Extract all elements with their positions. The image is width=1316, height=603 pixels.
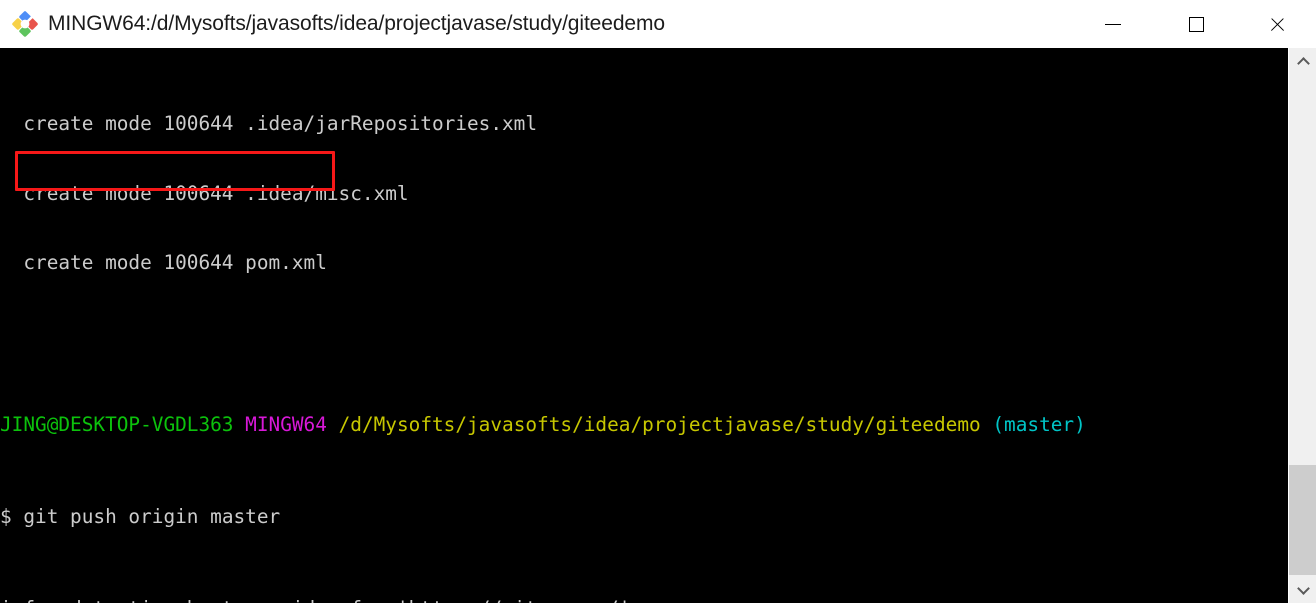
close-button[interactable] <box>1251 0 1303 48</box>
shell-command-line: $ git push origin master <box>0 505 1086 528</box>
minimize-button[interactable] <box>1087 0 1139 48</box>
typed-command: git push origin master <box>11 504 281 528</box>
close-icon <box>1269 16 1286 33</box>
prompt-git-branch: (master) <box>992 412 1086 436</box>
scroll-up-button[interactable] <box>1289 48 1316 76</box>
chevron-down-icon <box>1298 584 1308 594</box>
maximize-icon <box>1188 16 1204 32</box>
terminal-line: create mode 100644 .idea/jarRepositories… <box>0 112 1086 135</box>
line-text: create mode 100644 .idea/misc.xml <box>0 181 409 205</box>
window-title-bar: MINGW64:/d/Mysofts/javasofts/idea/projec… <box>0 0 1316 48</box>
terminal-line: create mode 100644 .idea/misc.xml <box>0 182 1086 205</box>
chevron-up-icon <box>1298 57 1308 67</box>
scroll-down-button[interactable] <box>1289 575 1316 603</box>
terminal-output-area[interactable]: create mode 100644 .idea/jarRepositories… <box>0 48 1288 603</box>
mingw-logo-icon <box>12 11 38 37</box>
line-text: info: detecting host provider for 'https… <box>0 597 665 603</box>
line-text: create mode 100644 pom.xml <box>0 250 327 274</box>
maximize-button[interactable] <box>1170 0 1222 48</box>
window-title-text: MINGW64:/d/Mysofts/javasofts/idea/projec… <box>48 12 665 35</box>
prompt-shell-name: MINGW64 <box>245 412 327 436</box>
prompt-path: /d/Mysofts/javasofts/idea/projectjavase/… <box>338 412 981 436</box>
prompt-sigil: $ <box>0 504 12 528</box>
terminal-line: create mode 100644 pom.xml <box>0 251 1086 274</box>
shell-prompt-line: JING@DESKTOP-VGDL363 MINGW64 /d/Mysofts/… <box>0 413 1086 436</box>
scrollbar-thumb[interactable] <box>1289 465 1316 575</box>
terminal-screen: create mode 100644 .idea/jarRepositories… <box>0 48 1086 603</box>
minimize-icon <box>1105 23 1121 25</box>
prompt-user-host: JING@DESKTOP-VGDL363 <box>0 412 234 436</box>
vertical-scrollbar[interactable] <box>1288 48 1316 603</box>
terminal-line: info: detecting host provider for 'https… <box>0 597 1086 603</box>
mintty-terminal-window: MINGW64:/d/Mysofts/javasofts/idea/projec… <box>0 0 1316 603</box>
line-text: create mode 100644 .idea/jarRepositories… <box>0 112 538 136</box>
